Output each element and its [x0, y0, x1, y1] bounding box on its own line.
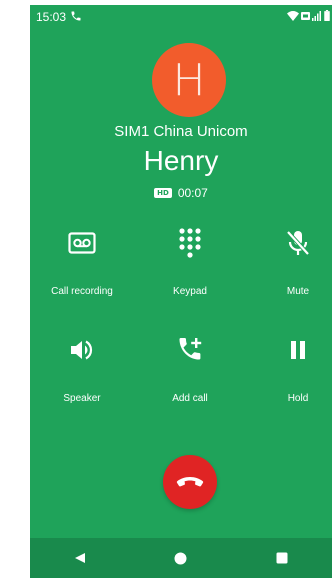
- mute-label: Mute: [286, 286, 310, 297]
- battery-icon: [324, 10, 330, 21]
- phone-call-icon: [71, 11, 81, 21]
- end-call-icon: [176, 477, 204, 487]
- add-call-button[interactable]: Add call: [145, 335, 235, 404]
- hold-button[interactable]: Hold: [253, 335, 332, 404]
- home-button[interactable]: [161, 543, 201, 573]
- status-time: 15:03: [36, 10, 67, 24]
- recents-icon: [276, 552, 288, 564]
- call-duration-row: HD 00:07: [30, 186, 332, 200]
- wifi-icon: [287, 10, 299, 21]
- call-duration: 00:07: [177, 186, 208, 200]
- caller-avatar: H: [152, 43, 226, 117]
- speaker-label: Speaker: [63, 393, 101, 404]
- call-recording-button[interactable]: Call recording: [37, 228, 127, 297]
- speaker-button[interactable]: Speaker: [37, 335, 127, 404]
- hold-icon: [291, 341, 305, 359]
- signal-icon: [312, 10, 321, 21]
- call-recording-label: Call recording: [51, 286, 113, 297]
- call-recording-icon: [68, 232, 96, 254]
- keypad-label: Keypad: [173, 286, 207, 297]
- recents-button[interactable]: [262, 543, 302, 573]
- navigation-bar: [30, 538, 332, 578]
- mute-icon: [286, 230, 310, 256]
- back-icon: [75, 553, 86, 563]
- keypad-icon: [179, 228, 201, 258]
- hold-label: Hold: [287, 393, 309, 404]
- hd-badge: HD: [154, 188, 172, 198]
- speaker-icon: [71, 340, 93, 360]
- home-icon: [174, 552, 187, 564]
- keypad-button[interactable]: Keypad: [145, 228, 235, 297]
- sim-label: SIM1 China Unicom: [114, 123, 248, 140]
- sim-icon: [301, 11, 310, 20]
- add-call-icon: [179, 338, 202, 360]
- add-call-label: Add call: [172, 393, 208, 404]
- back-button[interactable]: [60, 543, 100, 573]
- mute-button[interactable]: Mute: [253, 228, 332, 297]
- caller-name: Henry: [143, 145, 219, 176]
- status-icons: [287, 10, 330, 21]
- in-call-screen: 15:03 H SIM1 China Unicom Henry HD 00:07…: [30, 5, 332, 578]
- status-bar: 15:03: [30, 5, 332, 27]
- end-call-button[interactable]: [163, 455, 217, 509]
